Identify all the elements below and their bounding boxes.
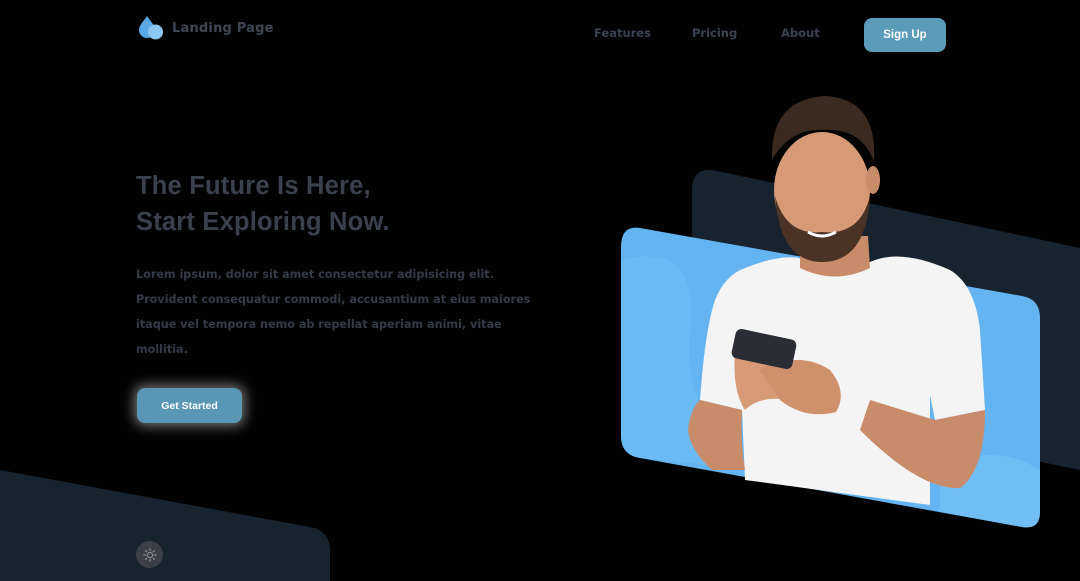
theme-toggle-button[interactable]: [136, 541, 163, 568]
nav-link-pricing[interactable]: Pricing: [692, 26, 737, 40]
logo[interactable]: Landing Page: [136, 14, 274, 42]
sign-up-button[interactable]: Sign Up: [864, 18, 946, 52]
hero-illustration: [621, 96, 1080, 528]
sun-icon: [142, 547, 157, 562]
get-started-button[interactable]: Get Started: [137, 388, 242, 423]
hero-title-line-2: Start Exploring Now.: [136, 208, 390, 236]
hero-description: Lorem ipsum, dolor sit amet consectetur …: [136, 268, 531, 356]
logo-text: Landing Page: [172, 20, 274, 36]
top-navigation: Landing Page Features Pricing About Sign…: [0, 0, 1080, 70]
hero-title: The Future Is Here, Start Exploring Now.: [136, 168, 390, 240]
nav-link-about[interactable]: About: [781, 26, 820, 40]
nav-link-features[interactable]: Features: [594, 26, 651, 40]
hero-title-line-1: The Future Is Here,: [136, 172, 371, 200]
water-drop-icon: [139, 16, 163, 40]
